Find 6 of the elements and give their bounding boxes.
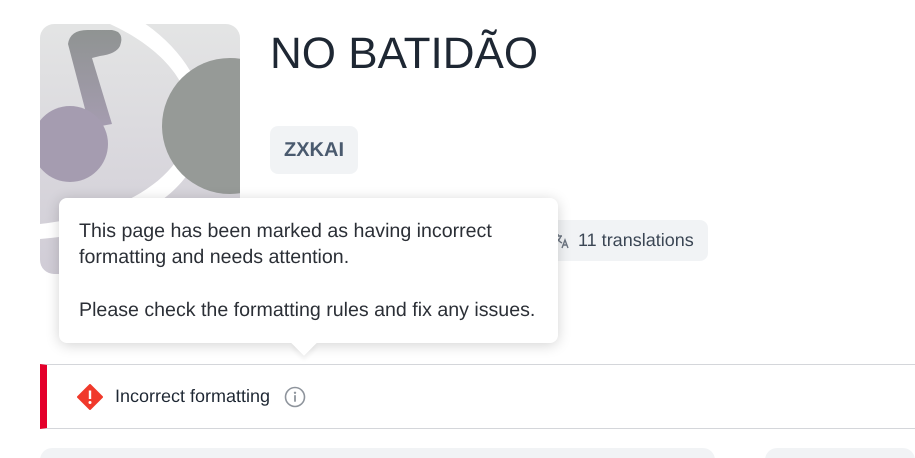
tooltip-text: Please check the formatting rules and fix any issues. [79,298,536,323]
artist-tag[interactable]: ZXKAI [270,126,358,174]
song-title: NO BATIDÃO [270,30,538,78]
tooltip-text: This page has been marked as having incorrect formatting and needs attention. [79,219,493,270]
alert-label: Incorrect formatting [115,385,270,408]
info-icon[interactable] [284,386,306,408]
